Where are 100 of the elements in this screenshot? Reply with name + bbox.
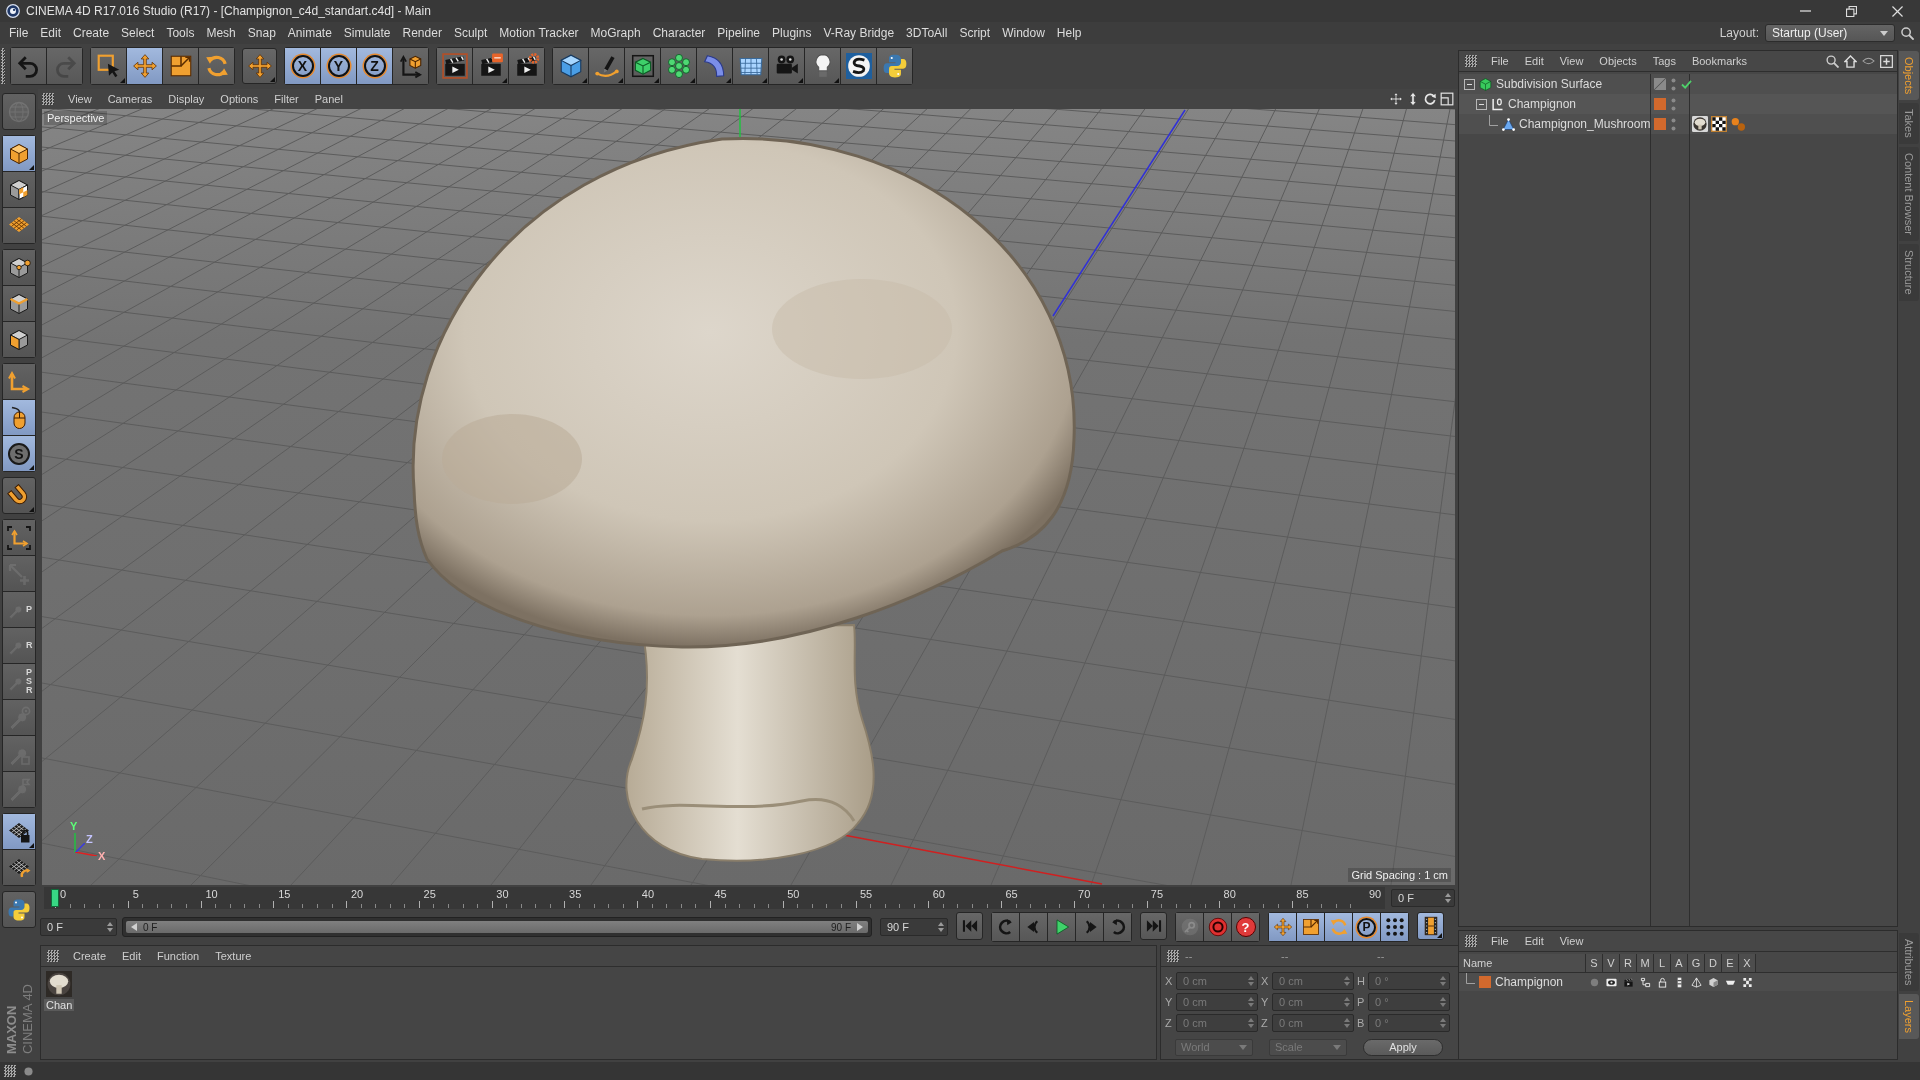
spinner-arrows-icon[interactable] <box>1344 1018 1350 1028</box>
solo-button[interactable]: S <box>3 436 35 471</box>
spinner-arrows-icon[interactable] <box>1248 976 1254 986</box>
grip-icon[interactable] <box>42 93 54 105</box>
polygons-mode-button[interactable] <box>3 322 35 357</box>
dock-tab[interactable]: Takes <box>1899 103 1919 145</box>
menu-item[interactable]: Mesh <box>200 24 242 42</box>
menu-item[interactable]: Render <box>396 24 448 42</box>
menu-item[interactable]: Edit <box>1516 934 1552 948</box>
timeline-button[interactable] <box>1417 912 1444 940</box>
keyframe-selection-button[interactable]: ? <box>1232 913 1259 941</box>
dock-tab[interactable]: Layers <box>1899 993 1919 1039</box>
column-header[interactable]: S <box>1586 954 1603 972</box>
menu-item[interactable]: Motion Tracker <box>493 24 585 42</box>
timeline-ruler[interactable]: 0 5 10 15 20 25 30 35 40 45 50 55 60 65 70 75 80 85 90 <box>44 887 1385 909</box>
menu-item[interactable]: View <box>60 92 100 106</box>
grid-lock-button[interactable] <box>3 814 35 849</box>
point-level-button[interactable] <box>1381 913 1408 941</box>
live-selection-button[interactable] <box>91 48 126 84</box>
menu-item[interactable]: Texture <box>207 949 260 963</box>
grip-icon[interactable] <box>1 48 5 84</box>
plus-box-icon[interactable] <box>1880 54 1893 68</box>
undo-button[interactable] <box>11 48 46 84</box>
menu-item[interactable]: Script <box>953 24 997 42</box>
spinner-arrows-icon[interactable] <box>1344 976 1350 986</box>
column-header[interactable]: V <box>1603 954 1620 972</box>
column-header[interactable]: R <box>1620 954 1637 972</box>
position-key-button[interactable] <box>1269 913 1296 941</box>
menu-item[interactable]: Simulate <box>337 24 397 42</box>
solo-dot-icon[interactable] <box>1589 976 1600 988</box>
next-frame-button[interactable] <box>1076 913 1103 941</box>
right-arrow-icon[interactable] <box>857 923 863 931</box>
snap-button[interactable] <box>2 477 36 514</box>
search-icon[interactable] <box>1826 54 1839 68</box>
object-name[interactable]: Champignon_Mushroom <box>1519 117 1651 131</box>
axis-mode-button[interactable] <box>3 364 35 399</box>
menu-item[interactable]: Animate <box>281 24 338 42</box>
menu-item[interactable]: Character <box>646 24 712 42</box>
column-header[interactable]: G <box>1688 954 1705 972</box>
object-name[interactable]: Subdivision Surface <box>1496 77 1603 91</box>
texture-mode-button[interactable] <box>3 172 35 207</box>
minus-box-icon[interactable] <box>1464 78 1475 90</box>
end-frame-field[interactable]: 90 F <box>880 918 948 936</box>
dock-tab[interactable]: Structure <box>1899 244 1919 301</box>
light-button[interactable] <box>805 48 840 84</box>
column-header[interactable]: L <box>1654 954 1671 972</box>
previous-frame-button[interactable] <box>1020 913 1047 941</box>
dock-tab[interactable]: Objects <box>1899 51 1919 101</box>
layer-color-swatch-icon[interactable] <box>1654 98 1666 110</box>
go-to-start-button[interactable] <box>956 912 983 940</box>
menu-item[interactable]: Plugins <box>766 24 818 42</box>
subdivision-surface-button[interactable] <box>625 48 660 84</box>
play-button[interactable] <box>1048 913 1075 941</box>
left-arrow-icon[interactable] <box>131 923 137 931</box>
menu-item[interactable]: Objects <box>1591 54 1645 68</box>
parameter-key-button[interactable]: P <box>1353 913 1380 941</box>
python-button[interactable] <box>877 48 912 84</box>
grip-icon[interactable] <box>1167 950 1179 962</box>
go-to-end-button[interactable] <box>1140 912 1167 940</box>
recent-tool-button[interactable] <box>242 48 277 84</box>
menu-item[interactable]: Panel <box>306 92 351 106</box>
search-icon[interactable] <box>1901 26 1914 40</box>
move-view-icon[interactable] <box>1389 92 1403 106</box>
column-header[interactable]: M <box>1637 954 1654 972</box>
column-header[interactable]: X <box>1739 954 1756 972</box>
render-settings-button[interactable] <box>509 48 544 84</box>
swirl-plugin-button[interactable] <box>841 48 876 84</box>
spinner-arrows-icon[interactable] <box>1440 997 1446 1007</box>
minus-box-icon[interactable] <box>1476 98 1487 110</box>
lens-icon[interactable] <box>1862 57 1875 65</box>
pyramid-icon[interactable] <box>1691 976 1702 988</box>
menu-item[interactable]: Tags <box>1644 54 1684 68</box>
spinner-arrows-icon[interactable] <box>107 922 113 932</box>
spinner-arrows-icon[interactable] <box>1440 1018 1446 1028</box>
dock-tab[interactable]: Content Browser <box>1899 147 1919 241</box>
menu-item[interactable]: Bookmarks <box>1683 54 1755 68</box>
menu-item[interactable]: Display <box>160 92 213 106</box>
y-axis-button[interactable]: Y <box>321 48 356 84</box>
menu-item[interactable]: Create <box>67 24 116 42</box>
previous-key-button[interactable] <box>992 913 1019 941</box>
grip-icon[interactable] <box>4 1065 16 1077</box>
shaded-cube-icon[interactable] <box>1708 976 1719 988</box>
floor-button[interactable] <box>733 48 768 84</box>
menu-item[interactable]: Edit <box>114 949 149 963</box>
hierarchy-icon[interactable] <box>1640 976 1651 988</box>
visibility-dots-icon[interactable] <box>1671 117 1676 131</box>
spinner-arrows-icon[interactable] <box>1248 997 1254 1007</box>
menu-item[interactable]: Sculpt <box>447 24 494 42</box>
grid-rotate-button[interactable] <box>3 850 35 885</box>
menu-item[interactable]: Edit <box>34 24 68 42</box>
material-name[interactable]: Chan <box>44 999 75 1011</box>
scale-tool-button[interactable] <box>163 48 198 84</box>
menu-item[interactable]: Tools <box>160 24 201 42</box>
spinner-arrows-icon[interactable] <box>1445 893 1451 903</box>
orbit-icon[interactable] <box>1423 92 1437 106</box>
menu-item[interactable]: Pipeline <box>711 24 767 42</box>
eye-icon[interactable] <box>1606 976 1617 988</box>
checkmark-icon[interactable] <box>1681 79 1692 89</box>
visibility-dots-icon[interactable] <box>1671 77 1676 91</box>
menu-item[interactable]: File <box>1483 54 1517 68</box>
